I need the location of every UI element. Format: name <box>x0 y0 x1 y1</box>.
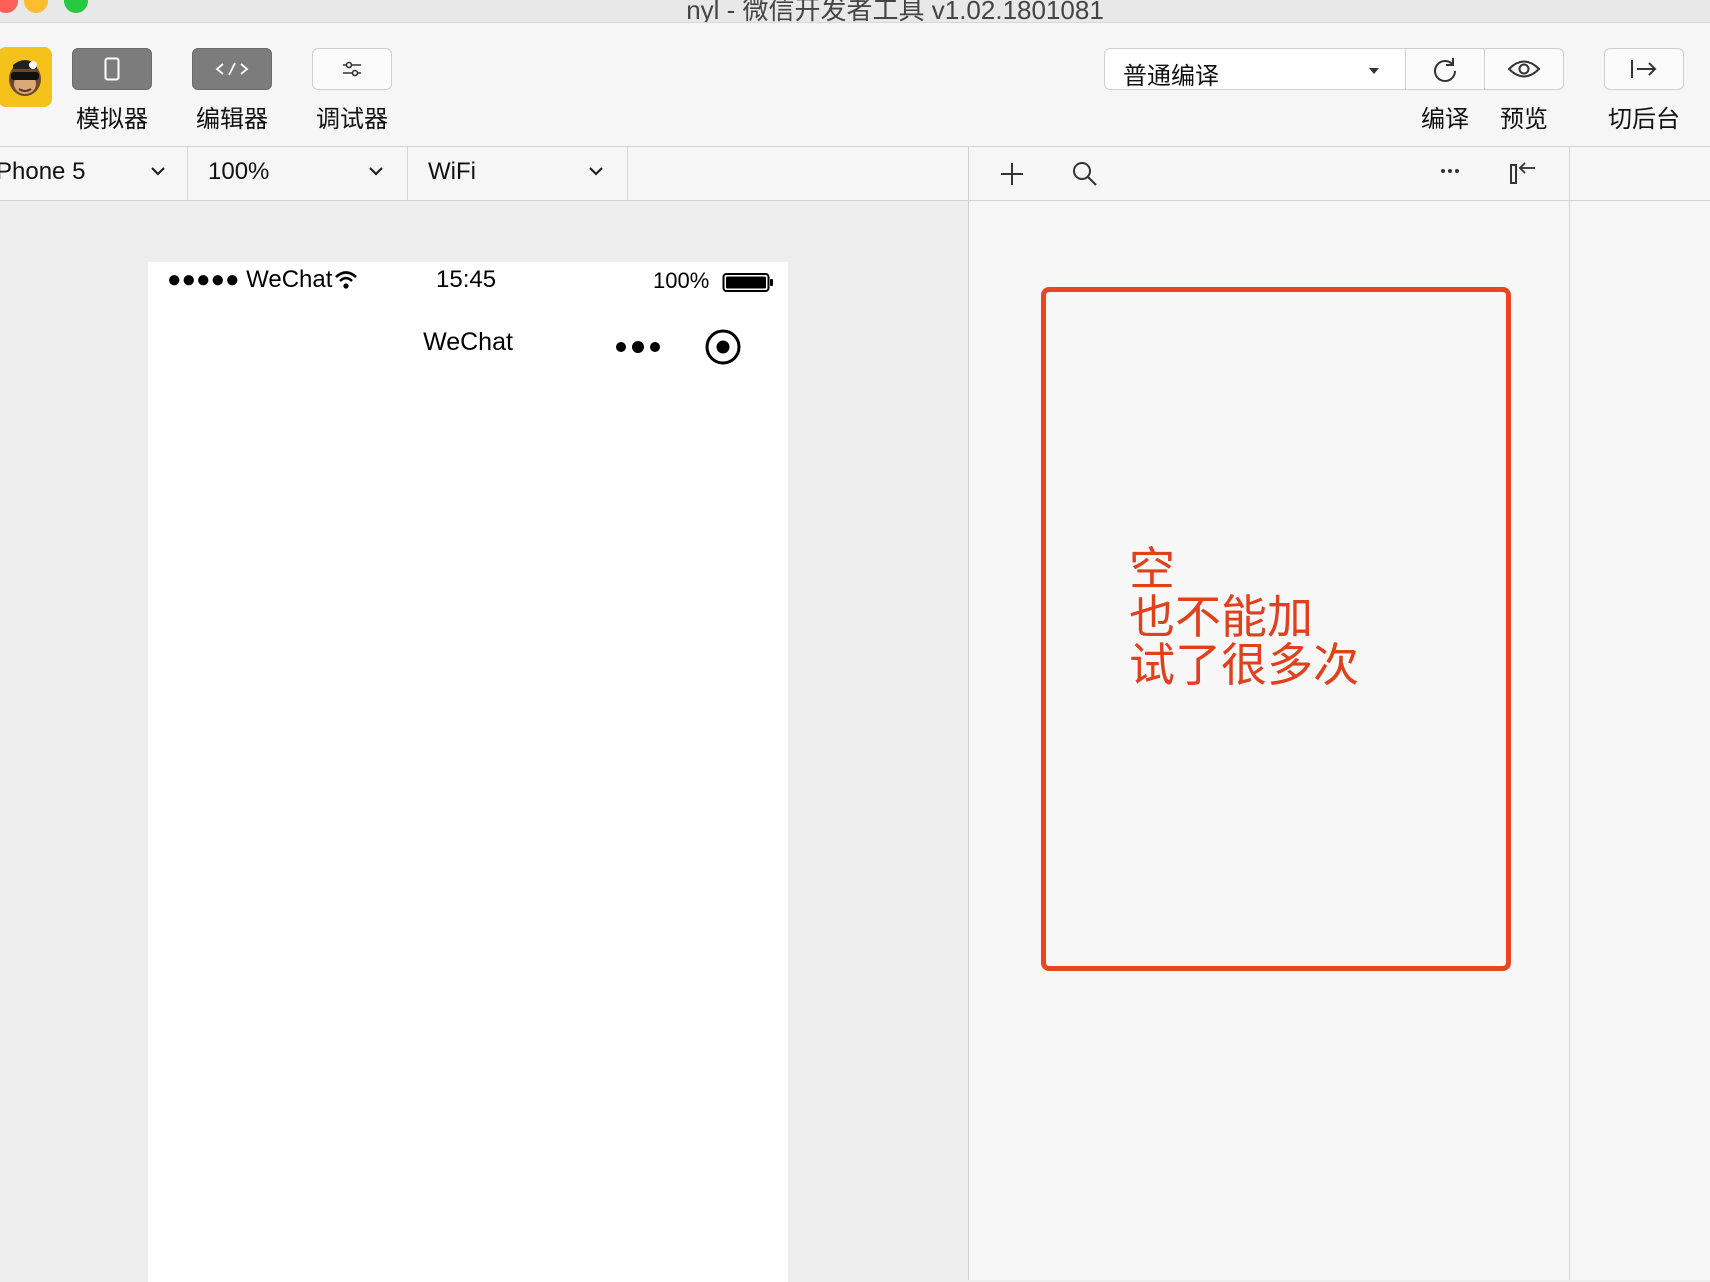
compile-mode-select[interactable]: 普通编译 <box>1104 48 1406 90</box>
more-icon[interactable] <box>1439 167 1461 175</box>
add-icon[interactable] <box>999 161 1025 187</box>
side-panel <box>1570 201 1710 1280</box>
editor-label: 编辑器 <box>196 106 268 133</box>
monkey-avatar-icon <box>9 60 41 96</box>
preview-button[interactable] <box>1484 48 1564 90</box>
nav-title: WeChat <box>423 328 513 356</box>
editor-toggle-button[interactable] <box>192 48 272 90</box>
preview-label: 预览 <box>1500 106 1548 133</box>
zoom-select[interactable]: 100% <box>188 147 408 200</box>
chevron-down-icon <box>369 167 383 176</box>
compile-label: 编译 <box>1421 106 1469 133</box>
battery-percent: 100% <box>653 268 710 293</box>
chevron-down-icon <box>589 167 603 176</box>
network-value: WiFi <box>428 158 476 185</box>
chevron-down-icon <box>151 167 165 176</box>
annotation-text: 空 也不能加 试了很多次 <box>1129 542 1359 692</box>
debugger-toggle-button[interactable] <box>312 48 392 90</box>
dock-collapse-icon[interactable] <box>1509 159 1539 187</box>
zoom-value: 100% <box>208 158 270 185</box>
clock-text: 15:45 <box>436 266 497 293</box>
device-value: Phone 5 <box>0 158 86 185</box>
search-icon[interactable] <box>1071 160 1099 188</box>
refresh-icon <box>1434 58 1456 82</box>
code-icon <box>215 62 249 76</box>
device-select[interactable]: Phone 5 <box>0 147 188 200</box>
dropdown-arrow-icon <box>1369 68 1379 74</box>
debug-panel: 空 也不能加 试了很多次 <box>969 201 1570 1280</box>
wifi-icon <box>335 271 357 289</box>
panel-toolbar <box>968 147 1570 200</box>
close-miniprogram-icon[interactable] <box>704 328 742 366</box>
simulator-toggle-button[interactable] <box>72 48 152 90</box>
switch-background-button[interactable] <box>1604 48 1684 90</box>
status-bar: ●●●●● WeChat 15:45 100% <box>148 262 788 302</box>
switch-background-label: 切后台 <box>1608 106 1680 133</box>
phone-icon <box>104 57 120 81</box>
battery-icon <box>722 273 773 292</box>
debugger-label: 调试器 <box>316 106 388 133</box>
window-title: nyl - 微信开发者工具 v1.02.1801081 <box>686 0 1104 23</box>
compile-button[interactable] <box>1405 48 1485 90</box>
phone-screen: ●●●●● WeChat 15:45 100% WeChat <box>148 262 788 1282</box>
main-toolbar: 模拟器 编辑器 调试器 普通编译 编译 预览 切后台 <box>0 23 1710 147</box>
network-select[interactable]: WiFi <box>408 147 628 200</box>
title-bar: nyl - 微信开发者工具 v1.02.1801081 <box>0 0 1710 23</box>
simulator-label: 模拟器 <box>76 106 148 133</box>
compile-mode-value: 普通编译 <box>1123 63 1219 90</box>
user-avatar[interactable] <box>0 47 52 107</box>
exit-arrow-icon <box>1631 60 1657 78</box>
eye-icon <box>1507 60 1541 78</box>
device-settings-bar: Phone 5 100% WiFi <box>0 147 1710 201</box>
simulator-area: ●●●●● WeChat 15:45 100% WeChat <box>0 201 969 1282</box>
carrier-text: ●●●●● WeChat <box>167 266 333 293</box>
more-options-icon[interactable] <box>615 340 661 354</box>
sliders-icon <box>343 61 361 77</box>
